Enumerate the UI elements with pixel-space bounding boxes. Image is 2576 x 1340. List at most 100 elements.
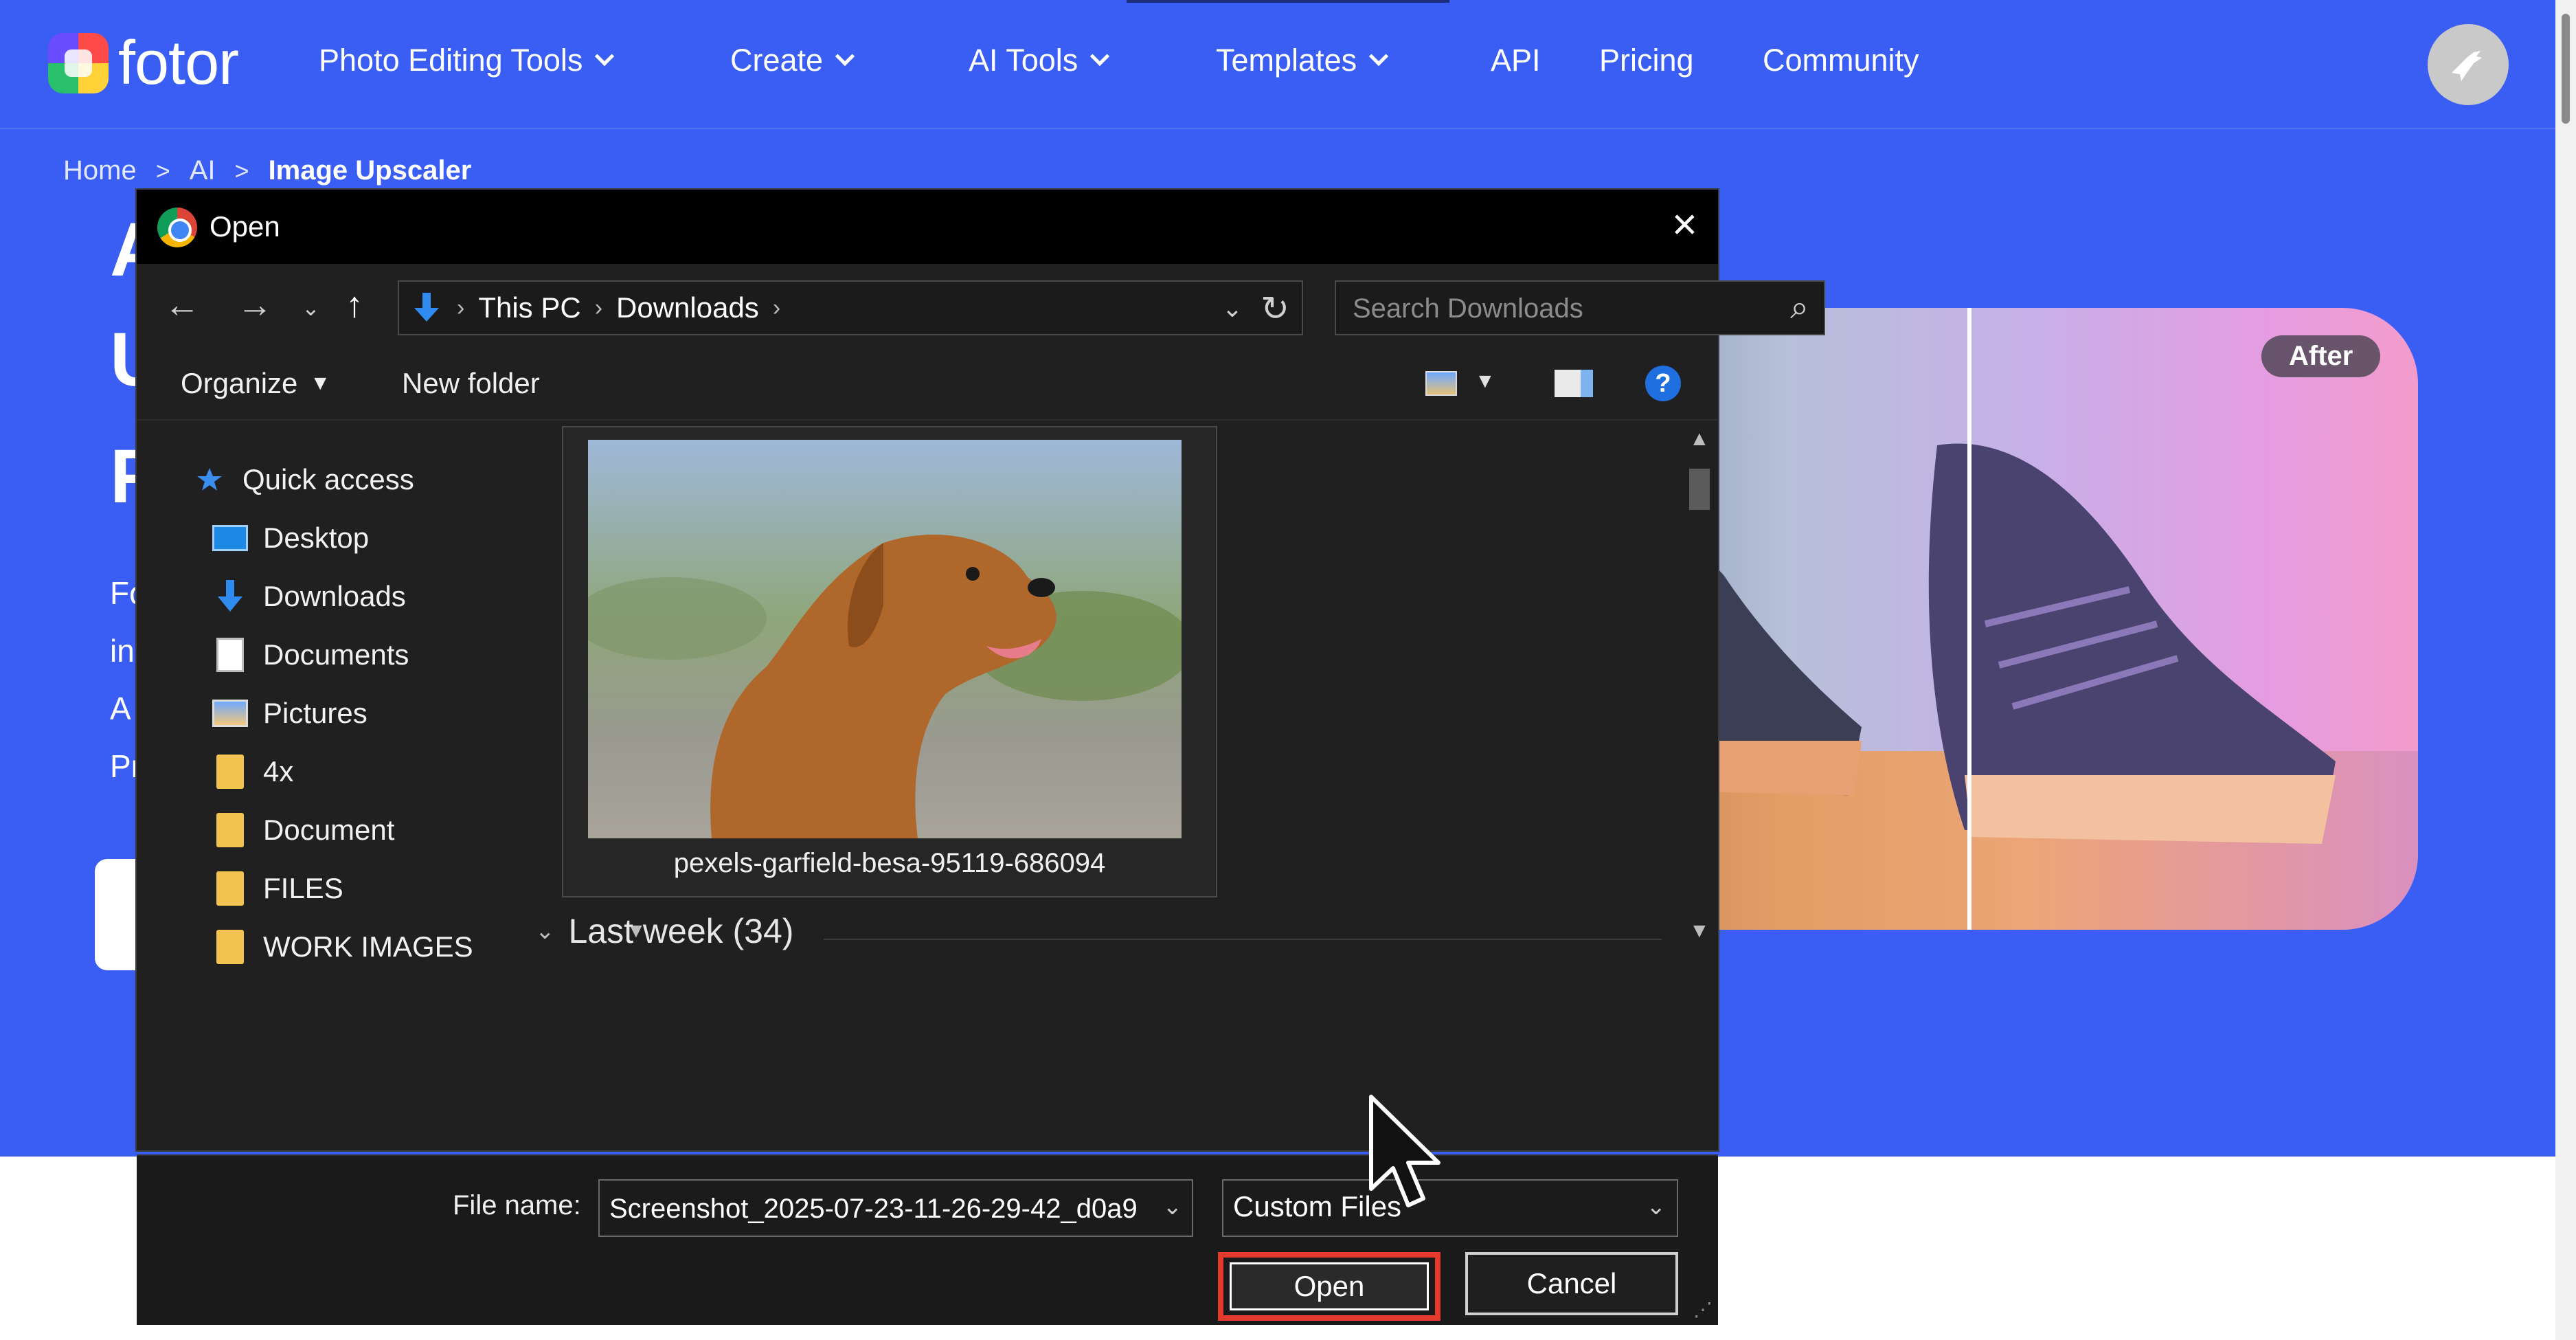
new-folder-button[interactable]: New folder xyxy=(402,367,540,400)
sidebar-item-label: 4x xyxy=(263,755,294,788)
nav-community[interactable]: Community xyxy=(1763,43,1919,78)
recent-locations-chevron-icon[interactable]: ⌄ xyxy=(302,297,320,319)
cancel-button[interactable]: Cancel xyxy=(1465,1252,1678,1315)
breadcrumb-home[interactable]: Home xyxy=(63,155,137,186)
document-icon xyxy=(212,638,248,672)
fotor-logo-icon xyxy=(48,33,109,93)
hero-desc-line: A xyxy=(110,691,131,726)
search-box[interactable]: ⌕ xyxy=(1335,280,1825,335)
star-icon xyxy=(192,465,227,495)
file-name-field[interactable]: ⌄ xyxy=(598,1179,1193,1237)
page-scrollbar[interactable] xyxy=(2555,0,2576,1340)
address-history-chevron-icon[interactable]: ⌄ xyxy=(1222,294,1243,323)
folder-icon xyxy=(212,813,248,847)
sidebar-item-label: Quick access xyxy=(242,463,414,495)
sidebar-item-pictures[interactable]: Pictures 📌 xyxy=(212,686,611,741)
nav-ai-tools[interactable]: AI Tools xyxy=(969,43,1110,78)
fotor-logo[interactable]: fotor xyxy=(48,32,239,94)
address-bar[interactable]: › This PC › Downloads › ⌄ ↻ xyxy=(398,280,1303,335)
nav-label: Pricing xyxy=(1599,43,1694,78)
nav-label: API xyxy=(1491,43,1541,78)
compare-slider-handle[interactable] xyxy=(1967,308,1971,930)
page-scrollbar-thumb[interactable] xyxy=(2562,14,2570,124)
sidebar-item-work-images[interactable]: WORK IMAGES xyxy=(212,919,473,974)
sidebar-item-files[interactable]: FILES xyxy=(212,861,343,916)
folder-icon xyxy=(212,930,248,964)
nav-templates[interactable]: Templates xyxy=(1216,43,1389,78)
scroll-down-icon[interactable]: ▼ xyxy=(1689,919,1710,943)
folder-icon xyxy=(212,871,248,906)
preview-pane-icon[interactable] xyxy=(1555,370,1593,397)
file-name-label: pexels-garfield-besa-95119-686094 xyxy=(673,848,1106,878)
download-arrow-icon xyxy=(212,580,248,612)
file-type-select[interactable]: Custom Files ⌄ xyxy=(1222,1179,1678,1237)
avatar[interactable] xyxy=(2428,24,2509,105)
dialog-command-bar: Organize ▼ New folder ▼ ? xyxy=(137,345,1718,421)
organize-menu[interactable]: Organize ▼ xyxy=(181,367,330,400)
nav-pricing[interactable]: Pricing xyxy=(1599,43,1694,78)
refresh-icon[interactable]: ↻ xyxy=(1261,289,1289,328)
site-header: fotor Photo Editing Tools Create AI Tool… xyxy=(0,0,2555,129)
nav-photo-editing-tools[interactable]: Photo Editing Tools xyxy=(319,43,615,78)
help-icon[interactable]: ? xyxy=(1645,366,1681,401)
sidebar-item-label: Downloads xyxy=(263,580,406,612)
file-tile[interactable]: pexels-garfield-besa-95119-686094 xyxy=(562,426,1217,897)
breadcrumb-ai[interactable]: AI xyxy=(190,155,216,186)
sidebar-item-documents[interactable]: Documents 📌 xyxy=(212,627,611,682)
dropdown-triangle-icon: ▼ xyxy=(310,372,331,394)
view-options-chevron-icon[interactable]: ▼ xyxy=(1475,370,1495,393)
sidebar-item-label: Pictures xyxy=(263,697,368,729)
change-view-icon[interactable] xyxy=(1425,371,1457,396)
nav-create[interactable]: Create xyxy=(730,43,855,78)
address-crumb-this-pc[interactable]: This PC xyxy=(478,291,580,324)
sidebar-item-downloads[interactable]: Downloads 📌 xyxy=(212,569,611,624)
file-name-input[interactable] xyxy=(609,1190,1152,1227)
sidebar-item-4x[interactable]: 4x xyxy=(212,744,293,799)
address-separator: › xyxy=(457,294,465,321)
back-arrow-icon[interactable]: ← xyxy=(164,287,200,323)
file-list-scroll-thumb[interactable] xyxy=(1689,469,1710,510)
file-list-scrollbar[interactable]: ▲ ▼ xyxy=(1681,421,1718,1154)
scroll-up-icon[interactable]: ▲ xyxy=(1689,427,1710,451)
breadcrumb-separator: > xyxy=(155,156,170,185)
organize-label: Organize xyxy=(181,367,298,399)
dialog-title: Open xyxy=(210,210,280,243)
nav-label: AI Tools xyxy=(969,43,1078,78)
sidebar-item-label: Document xyxy=(263,814,395,846)
open-button[interactable]: Open xyxy=(1230,1262,1429,1310)
sidebar-item-quick-access[interactable]: Quick access xyxy=(192,452,414,507)
dialog-titlebar[interactable]: Open × xyxy=(137,190,1718,264)
address-separator: › xyxy=(772,294,781,321)
search-input[interactable] xyxy=(1353,290,1765,327)
search-icon[interactable]: ⌕ xyxy=(1790,289,1809,327)
sidebar-item-document[interactable]: Document xyxy=(212,803,394,858)
chevron-down-icon[interactable]: ⌄ xyxy=(1163,1193,1183,1220)
open-button-highlight: Open xyxy=(1218,1252,1440,1321)
chrome-icon xyxy=(157,208,197,247)
sidebar-item-desktop[interactable]: Desktop 📌 xyxy=(212,511,611,566)
chevron-down-icon xyxy=(1090,46,1110,67)
resize-grip-icon[interactable]: ⋰ xyxy=(1693,1298,1713,1321)
sidebar-item-label: Desktop xyxy=(263,522,370,554)
breadcrumb: Home > AI > Image Upscaler xyxy=(63,155,471,186)
chevron-down-icon: ⌄ xyxy=(535,918,555,944)
chevron-down-icon xyxy=(595,46,615,67)
new-folder-label: New folder xyxy=(402,367,540,399)
forward-arrow-icon[interactable]: → xyxy=(237,287,273,323)
group-header-last-week[interactable]: ⌄ Last week (34) xyxy=(535,911,793,951)
sidebar-item-label: FILES xyxy=(263,872,343,904)
address-crumb-downloads[interactable]: Downloads xyxy=(616,291,759,324)
downloads-location-icon xyxy=(414,293,439,322)
nav-api[interactable]: API xyxy=(1491,43,1541,78)
nav-label: Templates xyxy=(1216,43,1357,78)
chevron-down-icon: ⌄ xyxy=(1646,1194,1667,1220)
dog-photo-thumbnail xyxy=(588,440,1182,838)
up-arrow-icon[interactable]: ↑ xyxy=(346,287,363,323)
breadcrumb-separator: > xyxy=(234,156,249,185)
sneaker-right xyxy=(1928,443,2336,844)
group-header-label: Last week (34) xyxy=(568,912,794,950)
close-icon[interactable]: × xyxy=(1672,202,1697,246)
after-badge: After xyxy=(2261,335,2381,377)
file-name-field-label: File name: xyxy=(453,1190,581,1220)
dialog-nav-row: ← → ⌄ ↑ › This PC › Downloads › ⌄ ↻ ⌕ xyxy=(137,264,1825,345)
